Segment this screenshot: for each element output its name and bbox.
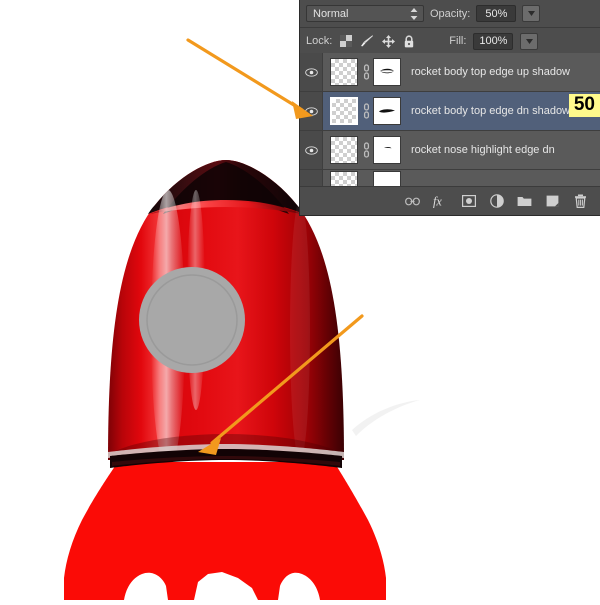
eye-icon bbox=[305, 107, 318, 116]
chevron-down-icon bbox=[526, 39, 533, 44]
adjustment-layer-icon[interactable] bbox=[489, 194, 504, 209]
layer-style-fx-icon[interactable]: fx bbox=[433, 194, 448, 209]
annotation-badge-50: 50 bbox=[569, 94, 600, 117]
layer-name: rocket body top edge dn shadow bbox=[411, 105, 570, 117]
layer-thumbnail[interactable] bbox=[329, 164, 359, 186]
transparency-checker-icon[interactable] bbox=[339, 34, 353, 48]
brush-icon[interactable] bbox=[360, 34, 374, 48]
new-layer-icon[interactable] bbox=[545, 194, 560, 209]
layer-visibility-toggle[interactable] bbox=[300, 53, 323, 91]
blend-mode-value: Normal bbox=[313, 8, 348, 20]
layer-list[interactable]: rocket body top edge up shadow bbox=[300, 53, 600, 186]
layer-mask-thumbnail[interactable] bbox=[373, 97, 401, 125]
layer-mask-thumbnail[interactable] bbox=[373, 171, 401, 186]
opacity-input[interactable]: 50% bbox=[476, 5, 516, 22]
fill-input[interactable]: 100% bbox=[473, 33, 513, 50]
fill-stepper[interactable] bbox=[520, 33, 538, 50]
delete-layer-icon[interactable] bbox=[573, 194, 588, 209]
layers-panel-lock-bar: Lock: bbox=[300, 28, 600, 55]
new-group-icon[interactable] bbox=[517, 194, 532, 209]
add-layer-mask-icon[interactable] bbox=[461, 194, 476, 209]
chevron-down-icon bbox=[528, 11, 535, 16]
link-icon[interactable] bbox=[359, 103, 373, 119]
link-icon[interactable] bbox=[359, 142, 373, 158]
layer-visibility-toggle[interactable] bbox=[300, 170, 323, 186]
rocket-fins bbox=[64, 462, 386, 600]
layer-row[interactable]: rocket body top edge up shadow bbox=[300, 53, 600, 92]
rocket-window bbox=[139, 267, 245, 373]
chevron-updown-icon bbox=[410, 8, 418, 20]
layer-name: rocket body top edge up shadow bbox=[411, 66, 570, 78]
eye-icon bbox=[305, 146, 318, 155]
layer-visibility-toggle[interactable] bbox=[300, 131, 323, 169]
layer-thumbnail[interactable] bbox=[329, 57, 359, 87]
opacity-label: Opacity: bbox=[430, 8, 470, 20]
layer-thumbnail[interactable] bbox=[329, 135, 359, 165]
layers-panel-options-bar: Normal Opacity: 50% bbox=[300, 0, 600, 28]
link-icon[interactable] bbox=[359, 64, 373, 80]
eye-icon bbox=[305, 68, 318, 77]
padlock-icon[interactable] bbox=[402, 34, 416, 48]
layer-row[interactable]: rocket body top edge dn shadow bbox=[300, 92, 600, 131]
layer-name: rocket nose highlight edge dn bbox=[411, 144, 555, 156]
blend-mode-select[interactable]: Normal bbox=[306, 5, 424, 22]
move-arrows-icon[interactable] bbox=[381, 34, 395, 48]
lock-label: Lock: bbox=[306, 35, 332, 47]
layers-panel-footer: fx bbox=[300, 186, 600, 215]
layer-mask-thumbnail[interactable] bbox=[373, 58, 401, 86]
layer-row[interactable] bbox=[300, 170, 600, 186]
layer-thumbnail[interactable] bbox=[329, 96, 359, 126]
background-swoosh bbox=[352, 400, 420, 436]
fill-label: Fill: bbox=[449, 35, 466, 47]
layer-mask-thumbnail[interactable] bbox=[373, 136, 401, 164]
layer-visibility-toggle[interactable] bbox=[300, 92, 323, 130]
svg-text:fx: fx bbox=[433, 195, 442, 208]
layers-panel: Normal Opacity: 50% Lock: bbox=[300, 0, 600, 215]
link-layers-icon[interactable] bbox=[405, 194, 420, 209]
opacity-stepper[interactable] bbox=[522, 5, 540, 22]
